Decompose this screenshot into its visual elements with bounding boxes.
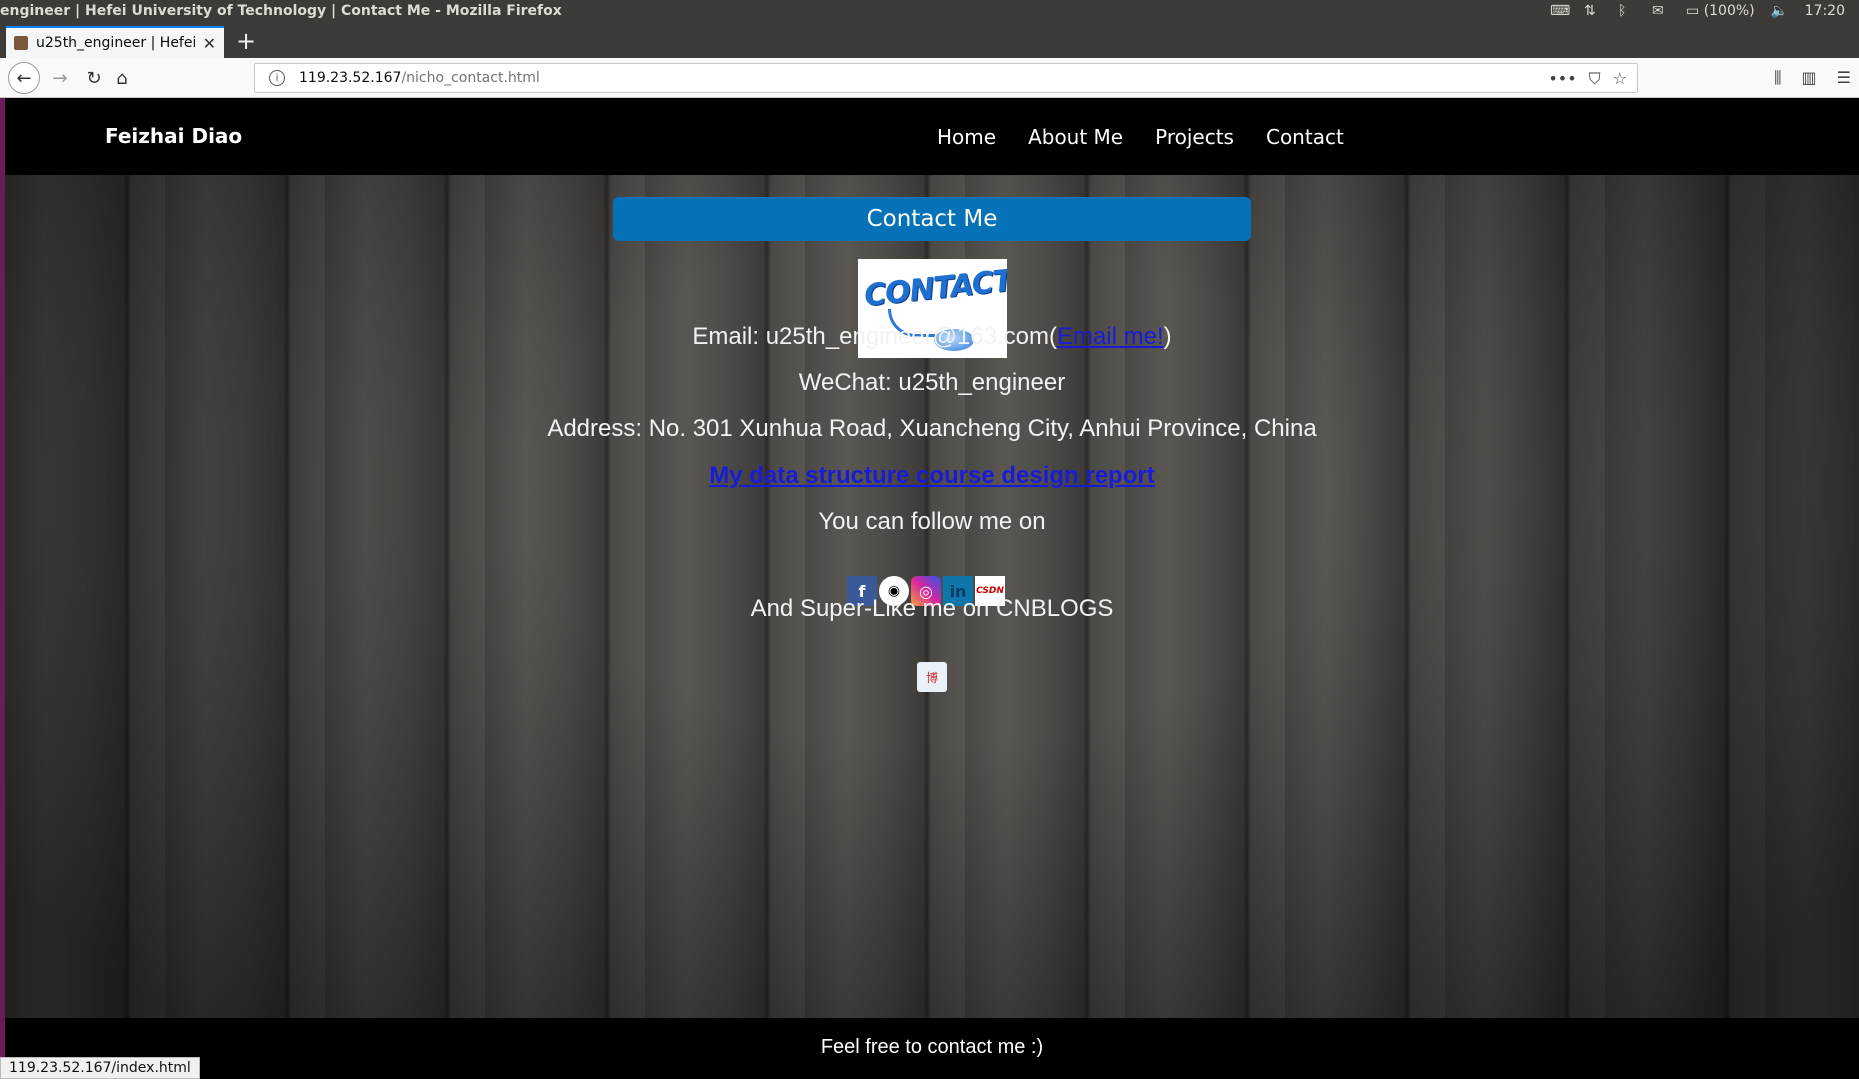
site-header: Feizhai Diao Home About Me Projects Cont…	[5, 98, 1859, 175]
battery-indicator[interactable]: ▭ (100%)	[1686, 3, 1755, 19]
system-top-bar: engineer | Hefei University of Technolog…	[0, 0, 1859, 24]
email-close: )	[1163, 323, 1172, 350]
tab-strip: u25th_engineer | Hefei U ✕ +	[0, 24, 1859, 58]
mail-icon[interactable]: ✉	[1652, 3, 1670, 19]
contact-me-button[interactable]: Contact Me	[613, 197, 1251, 241]
library-icon[interactable]: ⫼	[1774, 68, 1781, 88]
bookmark-star-icon[interactable]: ☆	[1613, 69, 1627, 89]
web-page: Feizhai Diao Home About Me Projects Cont…	[5, 98, 1859, 1079]
battery-icon: ▭	[1686, 3, 1700, 19]
nav-home[interactable]: Home	[937, 125, 996, 149]
volume-icon[interactable]: 🔈	[1771, 3, 1789, 19]
home-button[interactable]: ⌂	[108, 64, 136, 92]
wechat-line: WeChat: u25th_engineer	[798, 369, 1066, 396]
url-path: /nicho_contact.html	[401, 70, 540, 86]
sidebar-icon[interactable]: ▥	[1802, 68, 1817, 88]
toolbar-right: ⫼ ▥ ☰	[1774, 68, 1851, 88]
battery-percent: (100%)	[1703, 3, 1755, 19]
pocket-icon[interactable]: ⛉	[1589, 69, 1601, 89]
report-line: My data structure course design report	[5, 462, 1859, 490]
address-line: Address: No. 301 Xunhua Road, Xuancheng …	[547, 415, 1317, 442]
info-icon[interactable]: i	[269, 70, 285, 86]
cnblogs-icon[interactable]: 博	[917, 662, 947, 692]
close-tab-icon[interactable]: ✕	[203, 34, 216, 53]
reload-button[interactable]: ↻	[80, 64, 108, 92]
site-brand[interactable]: Feizhai Diao	[105, 124, 242, 148]
email-me-link[interactable]: Email me!	[1057, 323, 1164, 350]
browser-tab[interactable]: u25th_engineer | Hefei U ✕	[6, 26, 224, 58]
nav-contact[interactable]: Contact	[1266, 125, 1344, 149]
keyboard-icon[interactable]: ⌨	[1550, 3, 1570, 19]
network-icon[interactable]: ⇅	[1584, 3, 1602, 19]
favicon-icon	[14, 36, 28, 50]
new-tab-button[interactable]: +	[236, 28, 256, 54]
tab-title: u25th_engineer | Hefei U	[36, 35, 195, 51]
clock[interactable]: 17:20	[1805, 3, 1845, 19]
url-host: 119.23.52.167	[299, 70, 402, 86]
contact-image-text: CONTACT	[862, 263, 1007, 314]
menu-icon[interactable]: ☰	[1837, 68, 1851, 88]
report-link[interactable]: My data structure course design report	[709, 462, 1154, 489]
nav-about-me[interactable]: About Me	[1028, 125, 1123, 149]
status-url: 119.23.52.167/index.html	[0, 1057, 200, 1079]
forward-button[interactable]: →	[46, 64, 74, 92]
window-title: engineer | Hefei University of Technolog…	[0, 3, 562, 19]
site-footer: Feel free to contact me :)	[5, 1018, 1859, 1079]
bluetooth-icon[interactable]: ᛒ	[1618, 3, 1636, 19]
email-text: Email: u25th_engineer@163.com(	[692, 323, 1057, 350]
url-bar[interactable]: i 119.23.52.167/nicho_contact.html ••• ⛉…	[254, 63, 1638, 93]
back-button[interactable]: ←	[8, 62, 40, 94]
system-tray: ⌨ ⇅ ᛒ ✉ ▭ (100%) 🔈 17:20	[1550, 3, 1845, 19]
cnblogs-text: And Super-Like me on CNBLOGS	[750, 595, 1114, 622]
email-line: Email: u25th_engineer@163.com(Email me!)	[5, 323, 1859, 351]
url-actions: ••• ⛉ ☆	[1548, 69, 1627, 89]
page-actions-icon[interactable]: •••	[1548, 69, 1576, 89]
nav-toolbar: ← → ↻ ⌂ i 119.23.52.167/nicho_contact.ht…	[0, 58, 1859, 98]
nav-projects[interactable]: Projects	[1155, 125, 1234, 149]
main-nav: Home About Me Projects Contact	[937, 125, 1344, 149]
follow-text: You can follow me on	[818, 508, 1046, 535]
